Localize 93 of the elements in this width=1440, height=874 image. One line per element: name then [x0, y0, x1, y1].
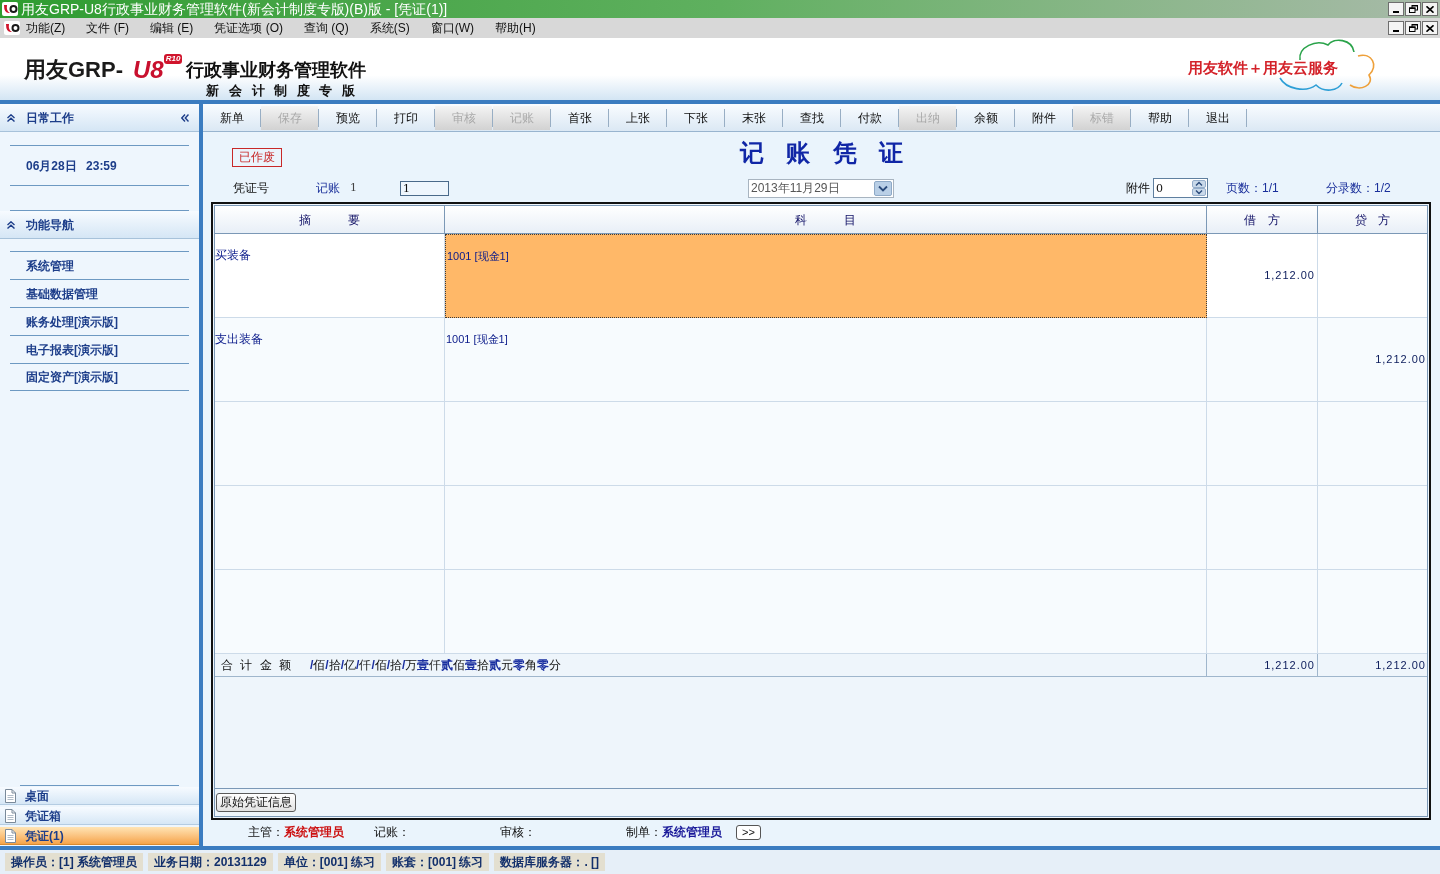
- table-cell: 1,212.00: [1207, 654, 1318, 676]
- signature-label: 主管：: [248, 824, 284, 841]
- restore-icon: [1408, 24, 1418, 32]
- section-title: 功能导航: [26, 216, 74, 234]
- toolbar-button[interactable]: 末张: [725, 105, 782, 130]
- menu-item[interactable]: 文件 (F): [86, 19, 129, 37]
- logo-icon: [4, 21, 20, 35]
- menu-item[interactable]: 功能(Z): [26, 19, 66, 37]
- source-voucher-button[interactable]: 原始凭证信息: [216, 793, 296, 812]
- document-icon: [5, 828, 16, 843]
- nav-item[interactable]: 系统管理: [10, 251, 189, 279]
- window-title: 用友GRP-U8行政事业财务管理软件(新会计制度专版)(B)版 - [凭证(1)]: [21, 0, 448, 18]
- signature-label: 制单：: [626, 824, 662, 841]
- column-header: 摘 要: [215, 206, 445, 233]
- date-time: 06月28日 23:59: [26, 157, 117, 175]
- spin-arrows-icon[interactable]: [1192, 180, 1206, 196]
- toolbar-button[interactable]: 退出: [1189, 105, 1246, 130]
- nav-item[interactable]: 账务处理[演示版]: [10, 307, 189, 335]
- field-label: 凭证号: [233, 180, 270, 197]
- toolbar-button[interactable]: 打印: [377, 105, 434, 130]
- minimize-button[interactable]: [1388, 21, 1404, 35]
- more-button[interactable]: >>: [736, 824, 761, 840]
- close-icon: [1426, 24, 1434, 32]
- signature-label: 审核：: [500, 824, 536, 841]
- voucher-type-number: 1: [350, 179, 358, 196]
- product-title: 行政事业财务管理软件: [186, 59, 367, 82]
- minimize-icon: [1393, 30, 1399, 32]
- toolbar-button[interactable]: 首张: [551, 105, 608, 130]
- date-dropdown[interactable]: 2013年11月29日: [748, 178, 894, 198]
- voucher-number-field[interactable]: 1: [400, 180, 449, 196]
- close-icon: [1426, 5, 1434, 13]
- page-count: 页数：1/1: [1226, 180, 1280, 197]
- toolbar-button[interactable]: 余额: [957, 105, 1014, 130]
- document-icon: [5, 808, 16, 823]
- status-field: 数据库服务器：. []: [494, 853, 606, 871]
- sidebar-tab[interactable]: 凭证(1): [0, 827, 199, 845]
- amount-in-words: /佰/拾/亿/仟/佰/拾/万壹仟贰佰壹拾贰元零角零分: [310, 657, 562, 674]
- logo-icon: [2, 2, 18, 16]
- voucher-type: 记账: [316, 180, 341, 197]
- column-header: 科 目: [445, 206, 1207, 233]
- version-badge: R10: [163, 54, 183, 64]
- toolbar-button[interactable]: 下张: [667, 105, 724, 130]
- chevrons-up-icon[interactable]: [7, 220, 15, 229]
- minimize-button[interactable]: [1388, 2, 1404, 16]
- close-button[interactable]: [1422, 2, 1438, 16]
- toolbar-button[interactable]: 附件: [1015, 105, 1072, 130]
- restore-icon: [1408, 5, 1418, 13]
- toolbar-button[interactable]: 付款: [841, 105, 898, 130]
- status-field: 业务日期：20131129: [148, 853, 273, 871]
- close-button[interactable]: [1422, 21, 1438, 35]
- nav-item[interactable]: 电子报表[演示版]: [10, 335, 189, 363]
- sidebar-tab[interactable]: 桌面: [0, 787, 199, 805]
- sidebar-tab[interactable]: 凭证箱: [0, 807, 199, 825]
- menu-item[interactable]: 凭证选项 (O): [214, 19, 283, 37]
- minimize-icon: [1393, 11, 1399, 13]
- status-field: 单位：[001] 练习: [277, 853, 382, 871]
- column-header: 借 方: [1207, 206, 1318, 233]
- menu-item[interactable]: 系统(S): [369, 19, 410, 37]
- menu-item[interactable]: 编辑 (E): [150, 19, 194, 37]
- total-label: 合 计 金 额: [221, 657, 292, 674]
- void-stamp: 已作废: [232, 148, 282, 167]
- signature-name: 系统管理员: [284, 824, 344, 841]
- toolbar-button[interactable]: 预览: [319, 105, 376, 130]
- toolbar-button[interactable]: 新单: [203, 105, 260, 130]
- nav-item[interactable]: 固定资产[演示版]: [10, 363, 189, 391]
- column-header: 贷 方: [1353, 211, 1392, 229]
- status-field: 操作员：[1] 系统管理员: [5, 853, 143, 871]
- table-cell-text: 1,212.00: [1374, 657, 1427, 673]
- chevrons-left-icon[interactable]: [181, 113, 189, 122]
- field-label: 附件: [1126, 180, 1151, 197]
- table-cell: 1001 [现金1]: [445, 234, 1207, 318]
- chevrons-up-icon[interactable]: [7, 113, 15, 122]
- section-title: 日常工作: [26, 109, 74, 127]
- toolbar-button[interactable]: 查找: [783, 105, 840, 130]
- signature-name: 系统管理员: [662, 824, 722, 841]
- menu-item[interactable]: 帮助(H): [495, 19, 536, 37]
- menu-item[interactable]: 查询 (Q): [304, 19, 349, 37]
- brand-text: 用友GRP-: [24, 56, 123, 84]
- slogan: 用友软件＋用友云服务: [1188, 58, 1338, 78]
- menu-item[interactable]: 窗口(W): [430, 19, 474, 37]
- chevron-down-icon: [874, 180, 892, 196]
- entry-count: 分录数：1/2: [1326, 180, 1391, 197]
- toolbar-button[interactable]: 帮助: [1131, 105, 1188, 130]
- signature-label: 记账：: [374, 824, 410, 841]
- product-mark: U8: [133, 56, 164, 84]
- toolbar-button[interactable]: 上张: [609, 105, 666, 130]
- document-icon: [5, 788, 16, 803]
- status-field: 账套：[001] 练习: [386, 853, 490, 871]
- restore-button[interactable]: [1405, 21, 1421, 35]
- voucher-title: 记 账 凭 证: [739, 138, 904, 168]
- nav-item[interactable]: 基础数据管理: [10, 279, 189, 307]
- product-subtitle: 新 会 计 制 度 专 版: [206, 82, 357, 99]
- restore-button[interactable]: [1405, 2, 1421, 16]
